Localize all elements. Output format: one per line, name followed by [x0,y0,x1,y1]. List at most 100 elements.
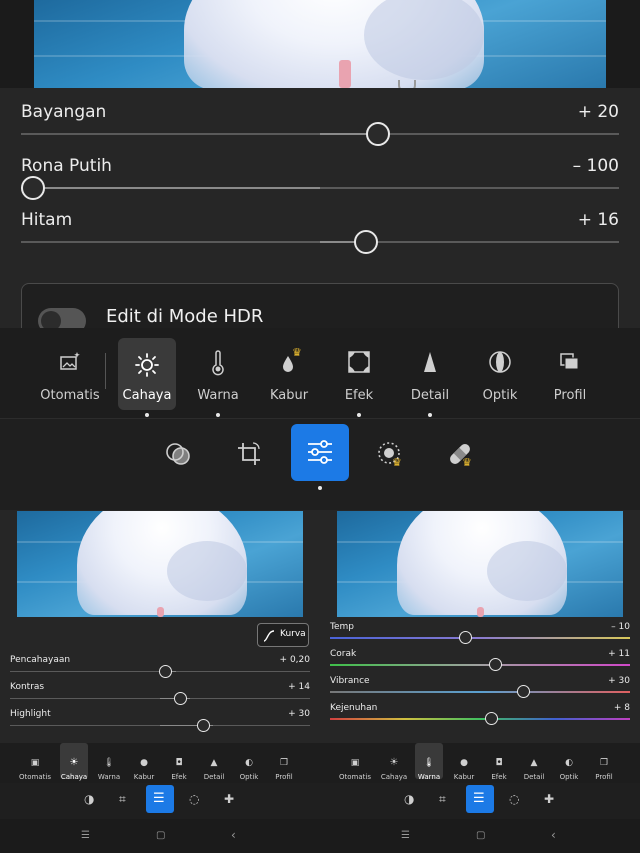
tool-optik[interactable]: Optik [470,350,530,410]
slider-label: Rona Putih [21,156,112,176]
back-nav-icon[interactable]: ‹ [551,828,556,842]
right-tool-efek[interactable]: ◘ Efek [483,750,515,781]
hdr-label: Edit di Mode HDR [106,306,264,327]
left-tool-optik[interactable]: ◐ Optik [233,750,265,781]
auto-photo-icon [60,352,80,370]
stacked-squares-icon [560,353,579,370]
slider-knob[interactable] [21,176,45,200]
tool-detail[interactable]: Detail [400,350,460,410]
premium-crown-icon: ♛ [392,456,402,469]
slider-value: + 14 [288,682,310,692]
right-tool-kabur[interactable]: ● Kabur [448,750,480,781]
slider-knob[interactable] [489,658,502,671]
back-nav-icon[interactable]: ‹ [231,828,236,842]
curve-button[interactable]: Kurva [257,623,309,647]
slider-value: – 10 [611,622,630,632]
slider-knob[interactable] [159,665,172,678]
slider-knob[interactable] [485,712,498,725]
tool-kabur[interactable]: ♛ Kabur [259,346,319,410]
slider-label: Pencahayaan [10,655,71,665]
slider-value: + 0,20 [279,655,310,665]
tool-label: Optik [482,388,518,403]
slider-label: Corak [330,649,357,659]
left-tool-efek[interactable]: ◘ Efek [163,750,195,781]
app-root: Bayangan + 20 Rona Putih – 100 Hitam + 1… [0,0,640,853]
tool-label: Detail [523,773,545,781]
crop-rotate-icon[interactable] [235,440,263,468]
right-tool-optik[interactable]: ◐ Optik [553,750,585,781]
tool-label: Efek [344,388,374,403]
tool-label: Optik [559,773,579,781]
tool-label: Optik [239,773,259,781]
premium-crown-icon: ♛ [292,346,302,359]
tool-profil[interactable]: Profil [540,350,600,410]
right-tool-cahaya[interactable]: ☀ Cahaya [378,750,410,781]
left-tool-profil[interactable]: ❐ Profil [268,750,300,781]
slider-value: + 8 [613,703,630,713]
slider-knob[interactable] [459,631,472,644]
tool-label: Efek [171,773,187,781]
masking-icon[interactable]: ◌ [509,792,519,806]
tool-cahaya[interactable]: Cahaya [118,338,176,410]
healing-bandage-icon[interactable]: ✚ [224,792,234,806]
sliders-icon: ☰ [153,791,165,806]
premium-crown-icon: ♛ [462,456,472,469]
left-tool-warna[interactable]: 🌡 Warna [93,750,125,781]
right-tool-warna[interactable]: 🌡 Warna [413,750,445,781]
vignette-square-icon [348,351,370,373]
tool-label: Kabur [133,773,155,781]
tool-label: Detail [410,388,450,403]
crop-rotate-icon[interactable]: ⌗ [119,792,126,807]
slider-knob[interactable] [174,692,187,705]
left-tool-otomatis[interactable]: ▣ Otomatis [19,750,51,781]
tool-label: Warna [97,773,121,781]
tool-indicator-dot [357,413,361,417]
right-photo-preview [337,511,623,617]
tool-label: Otomatis [339,773,371,781]
sun-icon [135,353,159,377]
right-tool-profil[interactable]: ❐ Profil [588,750,620,781]
tool-indicator-dot [216,413,220,417]
slider-knob[interactable] [197,719,210,732]
slider-knob[interactable] [354,230,378,254]
slider-value: + 16 [577,210,619,230]
tool-otomatis[interactable]: Otomatis [40,350,100,410]
slider-knob[interactable] [366,122,390,146]
thermometer-icon [212,350,224,376]
tool-label: Detail [203,773,225,781]
tool-indicator-dot [428,413,432,417]
tool-label: Cahaya [60,773,88,781]
slider-value: + 30 [608,676,630,686]
slider-label: Kejenuhan [330,703,378,713]
tool-indicator-dot [145,413,149,417]
tool-divider [105,353,106,389]
slider-knob[interactable] [517,685,530,698]
tool-label: Cahaya [380,773,408,781]
masking-icon[interactable]: ◌ [189,792,199,806]
tool-label: Cahaya [122,388,172,403]
left-tool-kabur[interactable]: ● Kabur [128,750,160,781]
right-tool-otomatis[interactable]: ▣ Otomatis [339,750,371,781]
tool-warna[interactable]: Warna [188,350,248,410]
crop-rotate-icon[interactable]: ⌗ [439,792,446,807]
triangle-icon [424,352,436,372]
right-tool-detail[interactable]: ▲ Detail [518,750,550,781]
tool-label: Warna [417,773,441,781]
home-nav-icon[interactable]: ▢ [156,830,165,841]
lens-icon [489,351,511,373]
slider-label: Kontras [10,682,45,692]
tool-label: Profil [595,773,613,781]
tool-label: Kabur [453,773,475,781]
sliders-icon: ☰ [473,791,485,806]
recents-nav-icon[interactable]: ☰ [401,830,410,841]
tool-efek[interactable]: Efek [329,350,389,410]
home-nav-icon[interactable]: ▢ [476,830,485,841]
left-tool-detail[interactable]: ▲ Detail [198,750,230,781]
left-tool-cahaya[interactable]: ☀ Cahaya [58,750,90,781]
slider-value: – 100 [572,156,619,176]
presets-icon[interactable] [164,440,192,468]
healing-bandage-icon[interactable]: ✚ [544,792,554,806]
presets-icon[interactable]: ◑ [404,792,414,806]
recents-nav-icon[interactable]: ☰ [81,830,90,841]
presets-icon[interactable]: ◑ [84,792,94,806]
